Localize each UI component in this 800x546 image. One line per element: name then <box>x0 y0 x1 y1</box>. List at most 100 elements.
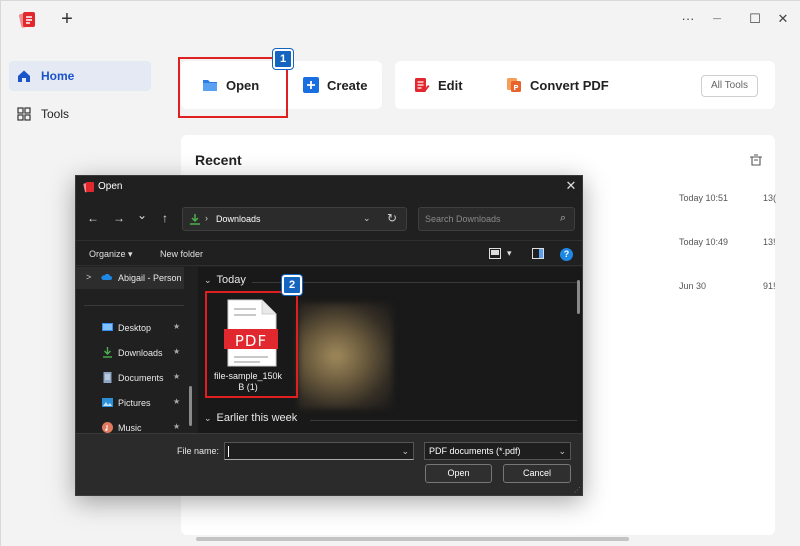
close-window-button[interactable]: ✕ <box>773 9 793 29</box>
address-path: Downloads <box>216 214 261 224</box>
resize-grip-icon[interactable]: ⋰ <box>574 487 582 495</box>
forward-button[interactable]: → <box>111 210 127 226</box>
horizontal-scrollbar[interactable] <box>196 537 629 541</box>
recent-locations-button[interactable]: ⌄ <box>134 207 150 223</box>
nav-item-label: Abigail - Person <box>118 273 182 283</box>
delete-recent-icon[interactable] <box>749 154 763 166</box>
minimize-icon: — <box>713 14 721 23</box>
dialog-open-button[interactable]: Open <box>425 464 492 483</box>
desktop-icon <box>102 323 113 331</box>
edit-label: Edit <box>438 77 463 93</box>
new-folder-button[interactable]: New folder <box>160 249 203 259</box>
nav-item-label: Documents <box>118 373 164 383</box>
dialog-bottom-bar: File name: ⌄ PDF documents (*.pdf) ⌄ Ope… <box>76 433 582 495</box>
new-tab-button[interactable]: + <box>58 9 76 29</box>
download-icon <box>190 214 200 225</box>
nav-item-label: Pictures <box>118 398 151 408</box>
arrow-left-icon: ← <box>87 211 99 225</box>
svg-text:P: P <box>513 84 518 92</box>
search-placeholder: Search Downloads <box>425 214 501 224</box>
search-icon: ⌕ <box>559 212 566 224</box>
close-icon: ✕ <box>565 178 577 193</box>
dialog-cancel-button[interactable]: Cancel <box>503 464 571 483</box>
grid-icon <box>17 107 31 121</box>
dialog-title: Open <box>98 181 123 192</box>
recent-time: Today 10:49 <box>679 237 729 247</box>
breadcrumb-chevron-icon: › <box>205 213 208 223</box>
recent-size: 13! <box>763 237 776 247</box>
convert-icon: P <box>507 78 521 92</box>
cloud-icon <box>101 273 112 280</box>
chevron-down-icon: ⌄ <box>558 446 566 456</box>
nav-pane-scrollbar[interactable] <box>189 386 192 426</box>
pin-icon: ★ <box>173 347 181 356</box>
text-caret <box>228 446 229 457</box>
nav-divider <box>84 305 184 306</box>
dialog-title-bar: Open ✕ <box>76 176 582 198</box>
music-icon <box>102 422 113 433</box>
view-dropdown-icon[interactable]: ▾ <box>507 248 512 259</box>
create-label: Create <box>327 77 368 93</box>
file-type-value: PDF documents (*.pdf) <box>429 446 521 456</box>
open-highlight <box>178 57 288 118</box>
nav-item-desktop[interactable]: Desktop ★ <box>76 317 184 339</box>
back-button[interactable]: ← <box>85 210 101 226</box>
pictures-icon <box>102 398 113 407</box>
step-badge-2: 2 <box>282 275 302 295</box>
edit-button[interactable]: Edit <box>414 77 463 93</box>
file-name-input[interactable]: ⌄ <box>224 442 414 460</box>
pin-icon: ★ <box>173 397 181 406</box>
nav-item-label: Downloads <box>118 348 163 358</box>
refresh-icon[interactable]: ↻ <box>387 211 397 225</box>
blurred-file-thumbnail[interactable] <box>298 303 393 409</box>
sidebar-item-home[interactable]: Home <box>9 61 151 91</box>
preview-pane-icon[interactable] <box>532 248 544 259</box>
address-bar[interactable]: › Downloads ⌄ ↻ <box>182 207 407 231</box>
maximize-icon: ☐ <box>749 11 761 26</box>
nav-item-documents[interactable]: Documents ★ <box>76 367 184 389</box>
chevron-down-icon: ⌄ <box>136 208 148 222</box>
group-label: Today <box>216 274 246 286</box>
chevron-down-icon[interactable]: ⌄ <box>363 213 371 224</box>
nav-item-onedrive[interactable]: > Abigail - Person <box>76 267 184 289</box>
command-bar: Organize ▾ New folder ▾ ? <box>76 240 582 266</box>
dialog-close-button[interactable]: ✕ <box>564 179 578 193</box>
file-type-select[interactable]: PDF documents (*.pdf) ⌄ <box>424 442 571 460</box>
edit-icon <box>415 78 430 92</box>
expand-chevron-icon[interactable]: > <box>86 272 91 282</box>
view-mode-icon[interactable] <box>489 248 501 259</box>
group-header-today[interactable]: ⌄ Today <box>204 274 246 286</box>
organize-menu[interactable]: Organize ▾ <box>89 249 133 260</box>
group-header-earlier[interactable]: ⌄ Earlier this week <box>204 412 297 424</box>
create-button[interactable]: Create <box>303 77 367 93</box>
up-button[interactable]: ↑ <box>157 210 173 226</box>
nav-item-pictures[interactable]: Pictures ★ <box>76 392 184 414</box>
group-divider <box>310 420 577 421</box>
navigation-pane: > Abigail - Person Desktop ★ Downloads ★… <box>76 267 192 433</box>
search-input[interactable]: Search Downloads ⌕ <box>418 207 575 231</box>
download-icon <box>103 347 112 358</box>
chevron-down-icon[interactable]: ⌄ <box>401 446 409 457</box>
help-icon[interactable]: ? <box>560 248 573 261</box>
pin-icon: ★ <box>173 422 181 431</box>
all-tools-button[interactable]: All Tools <box>701 75 758 97</box>
home-icon <box>18 70 30 82</box>
pin-icon: ★ <box>173 322 181 331</box>
sidebar-item-tools[interactable]: Tools <box>9 99 151 129</box>
convert-pdf-button[interactable]: P Convert PDF <box>506 77 609 93</box>
chevron-down-icon: ⌄ <box>204 275 212 285</box>
minimize-button[interactable]: — <box>707 9 727 29</box>
file-list-scrollbar[interactable] <box>577 280 580 314</box>
maximize-button[interactable]: ☐ <box>745 9 765 29</box>
nav-item-downloads[interactable]: Downloads ★ <box>76 342 184 364</box>
dialog-nav-bar: ← → ⌄ ↑ › Downloads ⌄ ↻ Search Downloads… <box>76 204 582 234</box>
documents-icon <box>103 372 112 383</box>
more-options-button[interactable]: ··· <box>678 9 698 29</box>
chevron-down-icon: ⌄ <box>204 413 212 423</box>
recent-size: 91! <box>763 281 776 291</box>
recent-time: Today 10:51 <box>679 193 729 203</box>
app-logo-icon <box>19 12 35 28</box>
arrow-up-icon: ↑ <box>162 211 168 225</box>
file-name-label: File name: <box>177 446 220 456</box>
file-highlight <box>205 291 298 398</box>
